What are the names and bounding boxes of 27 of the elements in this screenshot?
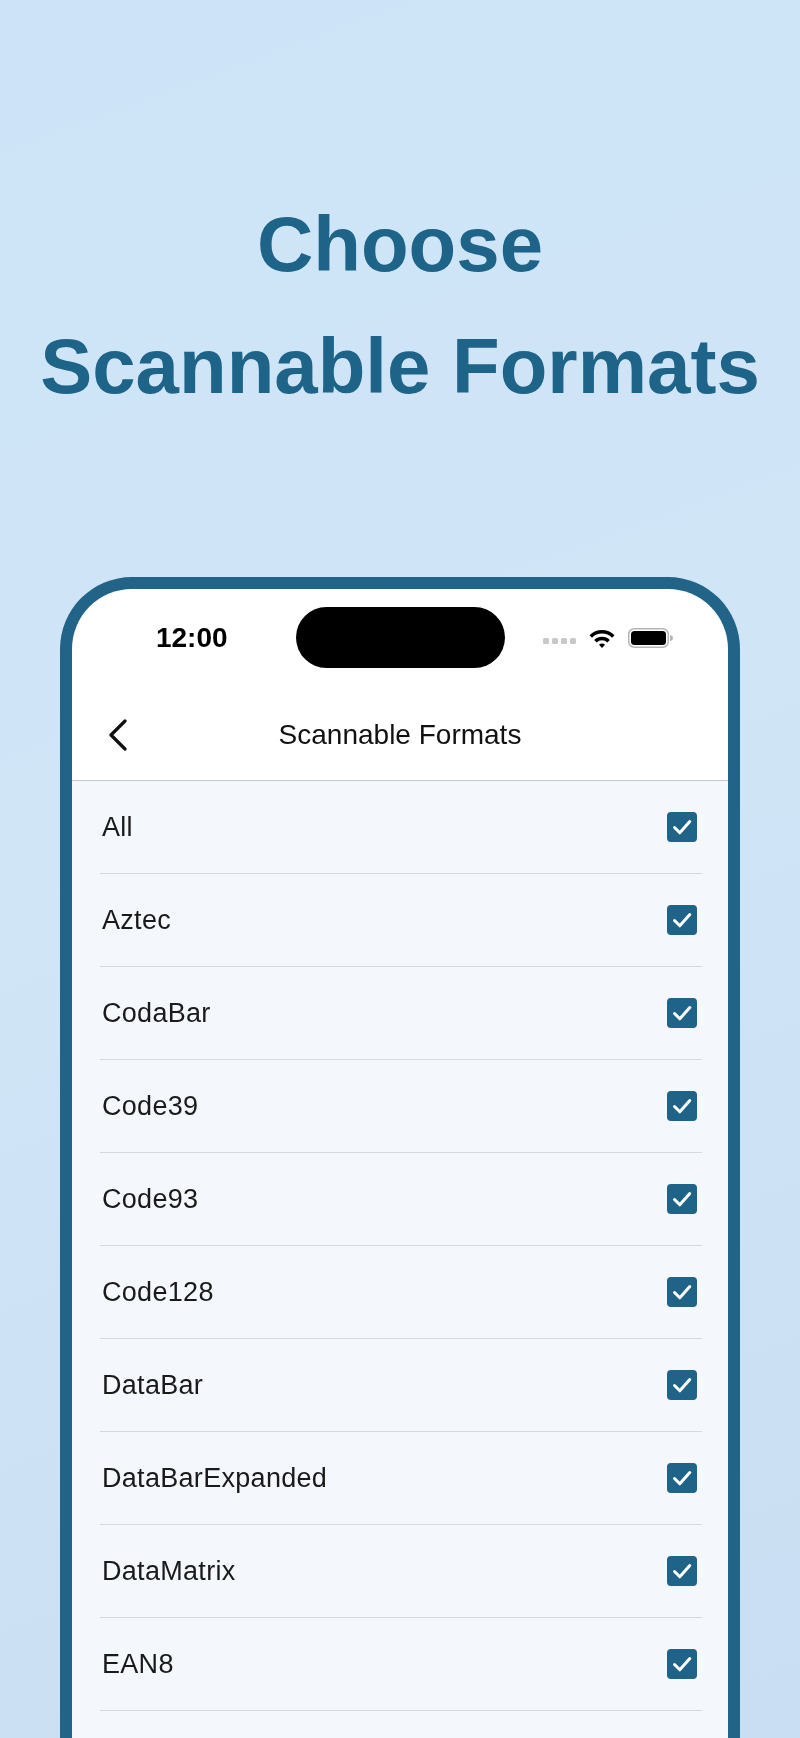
checkbox[interactable]	[667, 812, 697, 842]
format-label: Code93	[102, 1183, 199, 1215]
checkbox[interactable]	[667, 998, 697, 1028]
format-label: DataMatrix	[102, 1555, 236, 1587]
format-label: EAN8	[102, 1648, 174, 1680]
signal-icon	[543, 637, 577, 644]
format-label: All	[102, 811, 133, 843]
checkbox[interactable]	[667, 1370, 697, 1400]
checkbox[interactable]	[667, 1649, 697, 1679]
checkbox[interactable]	[667, 1556, 697, 1586]
checkbox[interactable]	[667, 1091, 697, 1121]
headline: Choose Scannable Formats	[39, 199, 761, 412]
screen-title: Scannable Formats	[278, 718, 522, 751]
format-label: DataBarExpanded	[102, 1462, 328, 1494]
status-time: 12:00	[155, 623, 228, 652]
format-label: CodaBar	[102, 997, 211, 1029]
format-label: Aztec	[102, 904, 172, 936]
format-label: Code39	[102, 1090, 199, 1122]
back-chevron-icon[interactable]	[108, 718, 128, 751]
checkbox[interactable]	[667, 1184, 697, 1214]
format-label: Code128	[102, 1276, 214, 1308]
battery-icon	[628, 627, 674, 648]
checkbox[interactable]	[667, 1463, 697, 1493]
checkbox[interactable]	[667, 905, 697, 935]
checkbox[interactable]	[667, 1277, 697, 1307]
format-label: DataBar	[102, 1369, 204, 1401]
wifi-icon	[588, 627, 617, 648]
